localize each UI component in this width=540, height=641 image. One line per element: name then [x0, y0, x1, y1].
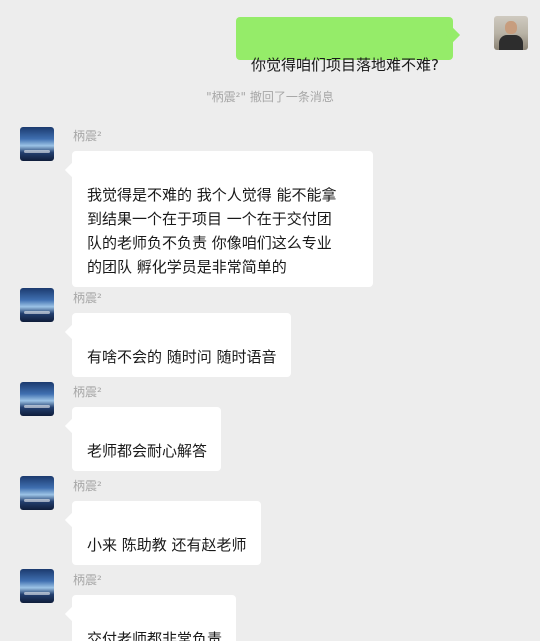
- message-text: 我觉得是不难的 我个人觉得 能不能拿 到结果一个在于项目 一个在于交付团 队的老…: [87, 186, 337, 276]
- message-text: 交付老师都非常负责: [87, 630, 223, 641]
- sent-message-text: 你觉得咱们项目落地难不难?: [251, 56, 439, 74]
- sender-name: 柄震²: [73, 479, 102, 493]
- received-message-bubble[interactable]: 老师都会耐心解答: [72, 407, 222, 471]
- received-message-bubble[interactable]: 交付老师都非常负责: [72, 595, 237, 641]
- message-text: 老师都会耐心解答: [87, 442, 208, 460]
- received-message-bubble[interactable]: 我觉得是不难的 我个人觉得 能不能拿 到结果一个在于项目 一个在于交付团 队的老…: [72, 151, 373, 287]
- contact-avatar[interactable]: [20, 288, 54, 322]
- received-message-bubble[interactable]: 小来 陈助教 还有赵老师: [72, 501, 261, 565]
- sender-name: 柄震²: [73, 291, 102, 305]
- contact-avatar[interactable]: [20, 382, 54, 416]
- received-message-bubble[interactable]: 有啥不会的 随时问 随时语音: [72, 313, 291, 377]
- sender-name: 柄震²: [73, 129, 102, 143]
- sender-name: 柄震²: [73, 385, 102, 399]
- contact-avatar[interactable]: [20, 476, 54, 510]
- message-text: 小来 陈助教 还有赵老师: [87, 536, 247, 554]
- contact-avatar[interactable]: [20, 569, 54, 603]
- sent-message-bubble[interactable]: 你觉得咱们项目落地难不难?: [236, 17, 453, 74]
- sender-name: 柄震²: [73, 573, 102, 587]
- self-avatar[interactable]: [494, 16, 528, 50]
- recall-notice: "柄震²" 撤回了一条消息: [206, 90, 334, 104]
- contact-avatar[interactable]: [20, 127, 54, 161]
- message-text: 有啥不会的 随时问 随时语音: [87, 348, 277, 366]
